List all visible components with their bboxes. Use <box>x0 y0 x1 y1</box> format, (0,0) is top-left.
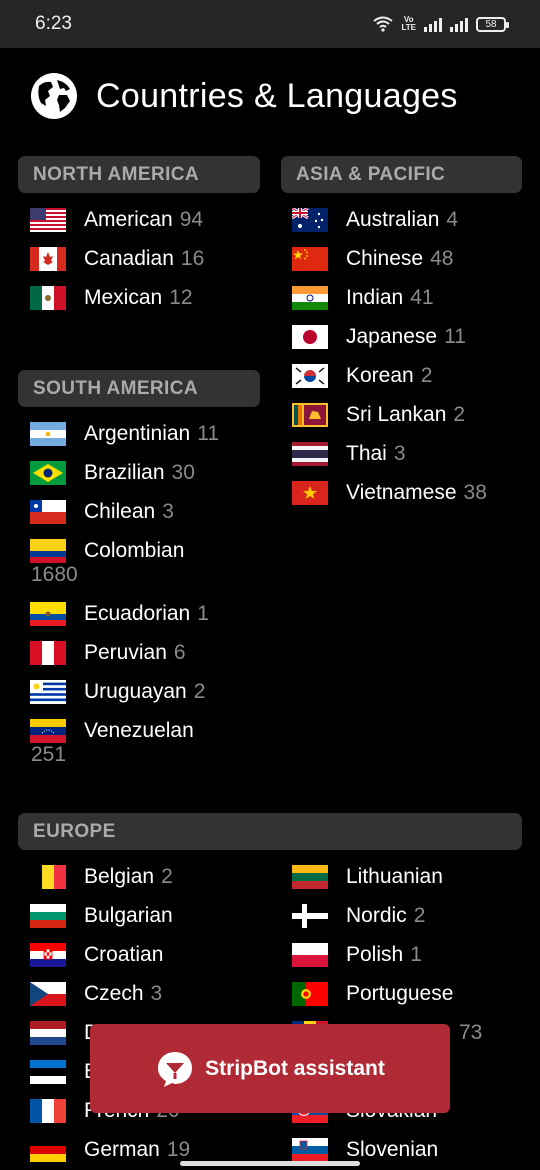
country-item-peruvian[interactable]: Peruvian 6 <box>30 638 186 668</box>
colombian-count: 1680 <box>31 563 78 586</box>
section-header-north-america: NORTH AMERICA <box>18 156 260 193</box>
country-item-argentinian[interactable]: Argentinian 11 <box>30 419 219 449</box>
volte-icon: Vo LTE <box>401 15 416 32</box>
country-item-croatian[interactable]: Croatian <box>30 940 163 970</box>
section-header-asia-pacific: ASIA & PACIFIC <box>281 156 522 193</box>
country-item-german[interactable]: German 19 <box>30 1135 190 1165</box>
country-item-polish[interactable]: Polish 1 <box>292 940 422 970</box>
country-item-thai[interactable]: Thai 3 <box>292 439 406 469</box>
country-item-venezuelan[interactable]: Venezuelan <box>30 716 194 746</box>
peru-flag-icon <box>30 641 66 665</box>
india-flag-icon <box>292 286 328 310</box>
nordic-flag-icon <box>292 904 328 928</box>
portugal-flag-icon <box>292 982 328 1006</box>
wifi-icon <box>373 16 394 32</box>
uruguay-flag-icon <box>30 680 66 704</box>
country-item-e[interactable]: E <box>30 1057 98 1087</box>
vietnam-flag-icon <box>292 481 328 505</box>
ecuador-flag-icon <box>30 602 66 626</box>
estonia-flag-icon <box>30 1060 66 1084</box>
france-flag-icon <box>30 1099 66 1123</box>
battery-icon: 58 <box>476 16 509 32</box>
section-header-south-america: SOUTH AMERICA <box>18 370 260 407</box>
country-item-chinese[interactable]: Chinese 48 <box>292 244 453 274</box>
country-item-nordic[interactable]: Nordic 2 <box>292 901 425 931</box>
country-item-indian[interactable]: Indian 41 <box>292 283 434 313</box>
country-item-uruguayan[interactable]: Uruguayan 2 <box>30 677 205 707</box>
country-item-korean[interactable]: Korean 2 <box>292 361 432 391</box>
stripbot-assistant-button[interactable]: StripBot assistant <box>90 1024 450 1113</box>
argentina-flag-icon <box>30 422 66 446</box>
country-item-lithuanian[interactable]: Lithuanian <box>292 862 443 892</box>
czech-flag-icon <box>30 982 66 1006</box>
venezuelan-count: 251 <box>31 743 67 766</box>
germany-flag-icon <box>30 1138 66 1162</box>
status-icons: Vo LTE 58 <box>373 14 509 34</box>
country-item-mexican[interactable]: Mexican 12 <box>30 283 193 313</box>
country-item-colombian[interactable]: Colombian <box>30 536 184 566</box>
section-header-europe: EUROPE <box>18 813 522 850</box>
country-item-d[interactable]: D <box>30 1018 99 1048</box>
sri-lanka-flag-icon <box>292 403 328 427</box>
country-item-brazilian[interactable]: Brazilian 30 <box>30 458 195 488</box>
country-item-belgian[interactable]: Belgian 2 <box>30 862 173 892</box>
country-item-sri-lankan[interactable]: Sri Lankan 2 <box>292 400 465 430</box>
australia-flag-icon <box>292 208 328 232</box>
us-flag-icon <box>30 208 66 232</box>
chile-flag-icon <box>30 500 66 524</box>
signal-icon <box>424 16 442 32</box>
assistant-label: StripBot assistant <box>205 1056 385 1080</box>
home-indicator[interactable] <box>180 1161 360 1166</box>
belgium-flag-icon <box>30 865 66 889</box>
bulgaria-flag-icon <box>30 904 66 928</box>
country-item-czech[interactable]: Czech 3 <box>30 979 162 1009</box>
country-item-australian[interactable]: Australian 4 <box>292 205 458 235</box>
china-flag-icon <box>292 247 328 271</box>
poland-flag-icon <box>292 943 328 967</box>
country-item-bulgarian[interactable]: Bulgarian <box>30 901 173 931</box>
thailand-flag-icon <box>292 442 328 466</box>
country-item-canadian[interactable]: Canadian 16 <box>30 244 204 274</box>
globe-icon <box>31 73 77 119</box>
status-time: 6:23 <box>35 13 72 34</box>
page-header: Countries & Languages <box>30 72 458 120</box>
croatia-flag-icon <box>30 943 66 967</box>
country-item-ecuadorian[interactable]: Ecuadorian 1 <box>30 599 209 629</box>
country-item-chilean[interactable]: Chilean 3 <box>30 497 174 527</box>
mexico-flag-icon <box>30 286 66 310</box>
netherlands-flag-icon <box>30 1021 66 1045</box>
country-item-vietnamese[interactable]: Vietnamese 38 <box>292 478 487 508</box>
status-bar: 6:23 Vo LTE 58 <box>0 0 540 48</box>
country-item-portuguese[interactable]: Portuguese <box>292 979 453 1009</box>
korea-flag-icon <box>292 364 328 388</box>
venezuela-flag-icon <box>30 719 66 743</box>
colombia-flag-icon <box>30 539 66 563</box>
canada-flag-icon <box>30 247 66 271</box>
signal-icon-2 <box>450 16 468 32</box>
country-item-american[interactable]: American 94 <box>30 205 203 235</box>
brazil-flag-icon <box>30 461 66 485</box>
lithuania-flag-icon <box>292 865 328 889</box>
chat-bot-icon <box>158 1051 193 1087</box>
page-title: Countries & Languages <box>96 76 458 115</box>
slovenia-flag-icon <box>292 1138 328 1162</box>
country-item-japanese[interactable]: Japanese 11 <box>292 322 466 352</box>
japan-flag-icon <box>292 325 328 349</box>
